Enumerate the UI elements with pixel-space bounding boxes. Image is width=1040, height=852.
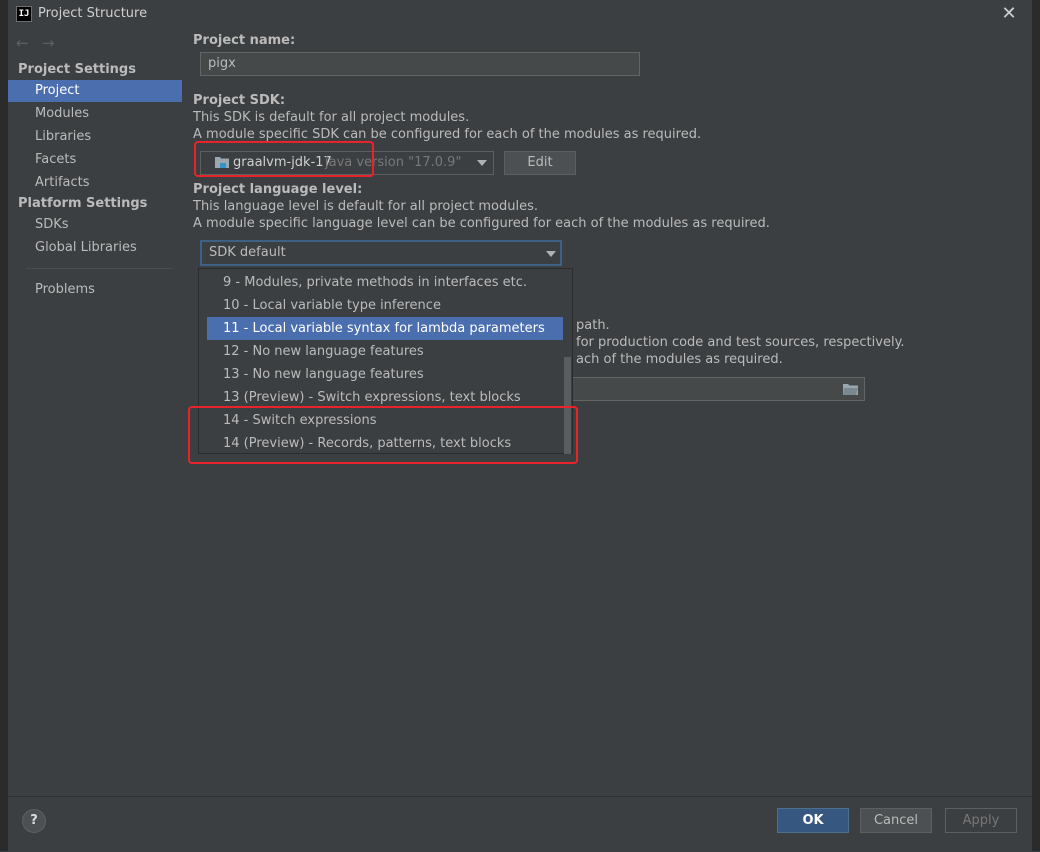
- help-button[interactable]: ?: [22, 809, 46, 833]
- list-item[interactable]: 12 - No new language features: [207, 340, 563, 363]
- chevron-down-icon: [546, 251, 556, 257]
- sidebar-item-sdks[interactable]: SDKs: [8, 214, 182, 236]
- section-platform-settings: Platform Settings: [18, 196, 148, 211]
- list-item[interactable]: 13 - No new language features: [207, 363, 563, 386]
- window-title: Project Structure: [38, 6, 148, 21]
- sidebar-divider: [26, 268, 172, 269]
- background-ide-edge: [0, 0, 8, 851]
- project-name-label: Project name:: [193, 33, 296, 48]
- section-project-settings: Project Settings: [18, 62, 136, 77]
- compiler-output-path-field[interactable]: [562, 377, 865, 401]
- project-sdk-desc-1: This SDK is default for all project modu…: [193, 110, 470, 125]
- settings-sidebar: ← → Project Settings Project Modules Lib…: [8, 28, 183, 796]
- edit-sdk-button[interactable]: Edit: [504, 151, 576, 175]
- list-item-selected[interactable]: 11 - Local variable syntax for lambda pa…: [207, 317, 563, 340]
- language-level-desc-2: A module specific language level can be …: [193, 216, 770, 231]
- dialog-button-bar: ? OK Cancel Apply: [8, 796, 1032, 852]
- language-level-value: SDK default: [209, 245, 286, 260]
- background-ide-edge: [1032, 0, 1040, 851]
- sidebar-item-global-libraries[interactable]: Global Libraries: [8, 237, 182, 259]
- sidebar-item-project[interactable]: Project: [8, 80, 182, 102]
- language-level-desc-1: This language level is default for all p…: [193, 199, 538, 214]
- project-sdk-label: Project SDK:: [193, 93, 286, 108]
- project-sdk-desc-2: A module specific SDK can be configured …: [193, 127, 702, 142]
- sidebar-item-artifacts[interactable]: Artifacts: [8, 172, 182, 194]
- language-level-label: Project language level:: [193, 182, 363, 197]
- project-structure-dialog: IJ Project Structure ✕ ← → Project Setti…: [8, 0, 1032, 851]
- annotation-highlight-sdk: [194, 141, 374, 177]
- compiler-output-desc-fragment: for production code and test sources, re…: [576, 335, 905, 350]
- sidebar-item-facets[interactable]: Facets: [8, 149, 182, 171]
- language-level-dropdown[interactable]: SDK default: [200, 240, 562, 266]
- back-arrow-icon[interactable]: ←: [16, 34, 29, 52]
- annotation-highlight-level-14: [188, 406, 578, 464]
- compiler-output-desc-fragment-2: ach of the modules as required.: [576, 352, 783, 367]
- intellij-logo-icon: IJ: [16, 6, 32, 22]
- apply-button[interactable]: Apply: [945, 808, 1017, 833]
- project-name-input[interactable]: pigx: [200, 52, 640, 76]
- sidebar-item-libraries[interactable]: Libraries: [8, 126, 182, 148]
- chevron-down-icon: [477, 160, 487, 166]
- list-item[interactable]: 10 - Local variable type inference: [207, 294, 563, 317]
- compiler-output-text-fragment: path.: [576, 318, 610, 333]
- folder-icon[interactable]: [843, 383, 858, 395]
- cancel-button[interactable]: Cancel: [860, 808, 932, 833]
- title-bar: IJ Project Structure ✕: [8, 0, 1032, 28]
- ok-button[interactable]: OK: [777, 808, 849, 833]
- sidebar-item-problems[interactable]: Problems: [8, 279, 182, 301]
- close-icon[interactable]: ✕: [998, 3, 1020, 25]
- list-item[interactable]: 9 - Modules, private methods in interfac…: [207, 271, 563, 294]
- sidebar-item-modules[interactable]: Modules: [8, 103, 182, 125]
- forward-arrow-icon[interactable]: →: [42, 34, 55, 52]
